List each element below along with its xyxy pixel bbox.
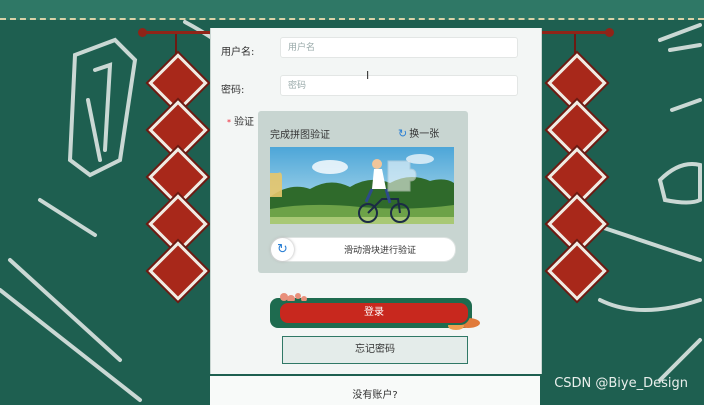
refresh-icon: ↻ xyxy=(398,127,408,140)
captcha-label: * 验证 xyxy=(227,113,254,128)
left-rope xyxy=(142,31,212,34)
captcha-refresh-button[interactable]: ↻ 换一张 xyxy=(398,125,439,140)
captcha-puzzle-image xyxy=(270,147,454,224)
slider-instruction: 滑动滑块进行验证 xyxy=(343,246,416,256)
captcha-label-text: 验证 xyxy=(234,117,254,128)
right-rope-knot xyxy=(605,28,614,37)
captcha-refresh-label: 换一张 xyxy=(409,129,440,140)
captcha-slider-track: ↻ 滑动滑块进行验证 xyxy=(270,237,456,262)
left-rope-knot xyxy=(138,28,147,37)
no-account-link[interactable]: 没有账户? xyxy=(210,386,540,401)
forgot-password-button[interactable]: 忘记密码 xyxy=(282,336,468,364)
watermark: CSDN @Biye_Design xyxy=(554,376,688,391)
username-input[interactable]: 用户名 xyxy=(280,37,518,58)
login-button[interactable]: 登录 xyxy=(278,301,470,325)
captcha-slider-handle[interactable]: ↻ xyxy=(271,238,294,261)
required-mark: * xyxy=(227,118,231,127)
text-cursor-icon: I xyxy=(366,69,370,82)
refresh-arrow-icon: ↻ xyxy=(277,242,288,257)
username-label: 用户名: xyxy=(221,47,255,58)
captcha-title: 完成拼图验证 xyxy=(270,130,330,141)
password-input[interactable]: 密码 xyxy=(280,75,518,96)
password-label: 密码: xyxy=(221,85,245,96)
